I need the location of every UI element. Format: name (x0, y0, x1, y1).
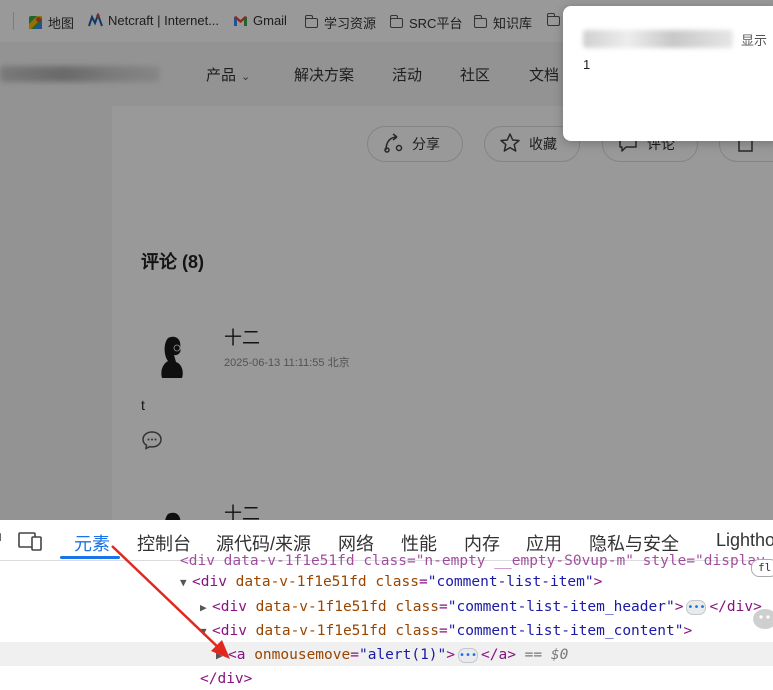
nav-item-docs[interactable]: 文档 (529, 64, 559, 85)
tab-elements[interactable]: 元素 (74, 530, 110, 556)
nav-item-community[interactable]: 社区 (460, 64, 490, 85)
selected-node-ref: == $0 (524, 647, 569, 663)
alert-dialog: 显示 1 (563, 6, 773, 141)
bookmark-label: Netcraft | Internet... (108, 13, 220, 28)
avatar[interactable] (148, 328, 198, 378)
bookmark-folder-kb[interactable]: 知识库 (473, 13, 532, 32)
bookmark-label: SRC平台 (409, 16, 463, 31)
dom-line-selected[interactable]: ▶ <a onmousemove="alert(1)"> ••• </a> == $0 (216, 644, 568, 666)
nav-label: 解决方案 (294, 67, 355, 84)
folder-icon (389, 14, 404, 30)
bookmark-label: 学习资源 (324, 16, 377, 31)
alert-origin-blurred (583, 30, 733, 48)
comment-text: t (141, 397, 145, 413)
nav-item-solutions[interactable]: 解决方案 (294, 64, 354, 85)
bookmark-folder-learning[interactable]: 学习资源 (304, 13, 376, 32)
alert-message: 1 (583, 57, 591, 72)
comment-meta: 2025-06-13 11:11:55 北京 (224, 357, 350, 369)
gmail-icon (233, 13, 248, 28)
nav-item-events[interactable]: 活动 (392, 64, 422, 85)
nav-item-products[interactable]: 产品 ⌄ (206, 64, 250, 85)
wechat-watermark-icon (752, 606, 773, 636)
flex-badge[interactable]: fl (751, 559, 773, 577)
comment-username[interactable]: 十二 (224, 500, 260, 520)
dom-line[interactable]: ▼ <div data-v-1f1e51fd class="comment-lis… (200, 620, 692, 642)
folder-icon (304, 14, 319, 30)
netcraft-icon (88, 13, 103, 28)
dom-line[interactable]: <div data-v-1f1e51fd class="n-empty __em… (180, 550, 765, 572)
ellipsis-icon[interactable]: ••• (458, 647, 479, 663)
folder-icon (546, 12, 561, 28)
folder-icon (473, 14, 488, 30)
comments-title: 评论 (8) (141, 252, 204, 272)
bookmark-label: 知识库 (493, 16, 533, 31)
expand-triangle-icon[interactable]: ▶ (216, 645, 228, 667)
bookmark-netcraft[interactable]: Netcraft | Internet... (88, 13, 219, 28)
dom-line[interactable]: </div> (200, 668, 252, 690)
bookmarks-separator (13, 12, 14, 30)
nav-label: 文档 (529, 67, 560, 84)
nav-label: 活动 (392, 67, 423, 84)
share-label: 分享 (412, 136, 440, 152)
bookmark-label: 地图 (48, 16, 75, 31)
device-toolbar-icon[interactable] (18, 531, 44, 556)
nav-label: 社区 (460, 67, 491, 84)
ellipsis-icon[interactable]: ••• (686, 599, 707, 615)
nav-label: 产品 (206, 67, 237, 84)
collapse-triangle-icon[interactable]: ▼ (180, 572, 192, 594)
site-logo[interactable] (0, 66, 160, 82)
inspect-icon[interactable] (0, 531, 4, 556)
bookmark-label: Gmail (253, 13, 287, 28)
bookmark-folder-more[interactable] (546, 12, 561, 28)
dom-line[interactable]: ▼ <div data-v-1f1e51fd class="comment-lis… (180, 571, 602, 593)
chevron-down-icon: ⌄ (241, 71, 251, 83)
tab-lighthouse[interactable]: Lighthouse (716, 530, 773, 551)
dom-line[interactable]: ▶ <div data-v-1f1e51fd class="comment-lis… (200, 596, 762, 618)
share-icon (382, 132, 404, 157)
share-button[interactable]: 分享 (367, 126, 463, 162)
comment-username[interactable]: 十二 (224, 324, 260, 350)
expand-triangle-icon[interactable]: ▶ (200, 597, 212, 619)
alert-origin-tail: 显示 (741, 33, 768, 48)
collapse-triangle-icon[interactable]: ▼ (200, 621, 212, 643)
reply-icon[interactable] (141, 430, 163, 450)
bookmark-maps[interactable]: 地图 (28, 13, 74, 32)
active-tab-indicator (60, 556, 120, 559)
maps-icon (28, 15, 43, 30)
favorite-label: 收藏 (529, 136, 557, 152)
bookmark-folder-src[interactable]: SRC平台 (389, 13, 462, 32)
article-card (112, 106, 773, 520)
bookmark-gmail[interactable]: Gmail (233, 13, 287, 28)
devtools-panel: 元素 控制台 源代码/来源 网络 性能 内存 应用 隐私与安全 Lighthou… (0, 520, 773, 687)
star-icon (499, 132, 521, 157)
dom-tree: <div data-v-1f1e51fd class="n-empty __em… (0, 553, 773, 687)
avatar[interactable] (148, 504, 198, 520)
